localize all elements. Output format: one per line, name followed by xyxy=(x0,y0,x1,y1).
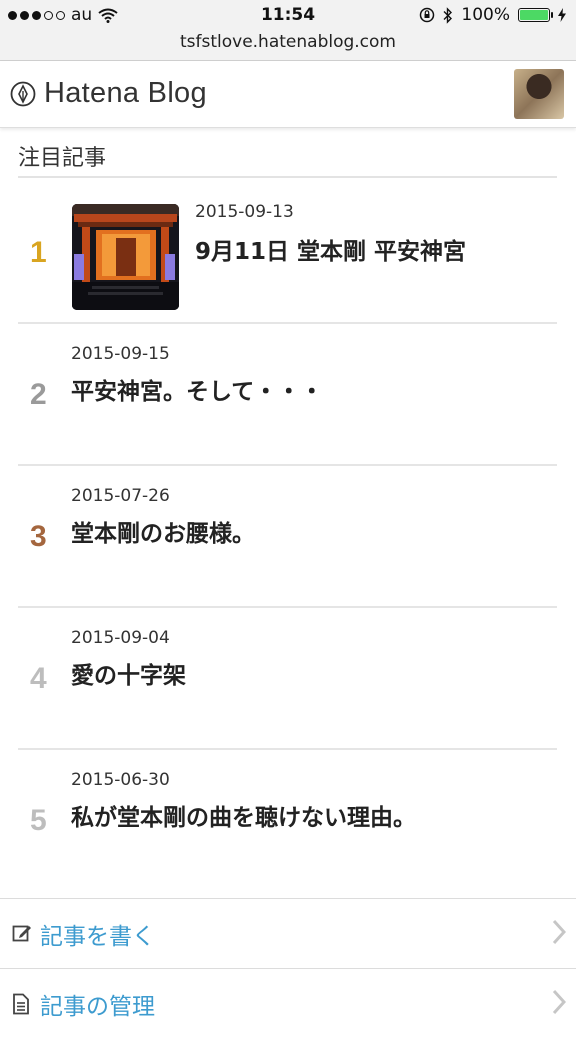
section-title: 注目記事 xyxy=(18,140,557,178)
article-rank: 4 xyxy=(30,662,47,695)
article-rank: 3 xyxy=(30,520,47,553)
write-article-label[interactable]: 記事を書く xyxy=(40,917,155,951)
url-text[interactable]: tsfstlove.hatenablog.com xyxy=(180,32,396,52)
article-item-4[interactable]: 4 2015-09-04 愛の十字架 xyxy=(18,608,557,750)
article-date: 2015-09-15 xyxy=(71,344,170,364)
chevron-right-icon xyxy=(552,919,566,945)
manage-articles-menu-item[interactable]: 記事の管理 xyxy=(0,968,576,1038)
blog-header: Hatena Blog xyxy=(0,61,576,128)
pen-nib-icon xyxy=(10,81,36,106)
article-item-3[interactable]: 3 2015-07-26 堂本剛のお腰様。 xyxy=(18,466,557,608)
article-date: 2015-09-13 xyxy=(195,202,294,222)
article-rank: 1 xyxy=(30,236,47,269)
article-title[interactable]: 堂本剛のお腰様。 xyxy=(71,514,255,548)
logo-text: Hatena Blog xyxy=(44,77,207,109)
article-date: 2015-07-26 xyxy=(71,486,170,506)
article-date: 2015-06-30 xyxy=(71,770,170,790)
article-title[interactable]: 愛の十字架 xyxy=(71,656,186,690)
article-rank: 2 xyxy=(30,378,47,411)
chevron-right-icon xyxy=(552,989,566,1015)
document-icon xyxy=(13,993,29,1015)
edit-icon xyxy=(12,925,31,942)
battery-icon xyxy=(518,8,553,22)
article-date: 2015-09-04 xyxy=(71,628,170,648)
manage-articles-label[interactable]: 記事の管理 xyxy=(40,987,155,1021)
article-thumbnail[interactable] xyxy=(72,204,179,310)
article-item-1[interactable]: 1 2015-09-13 9月11日 堂本剛 平安神宮 xyxy=(18,182,557,324)
hatena-blog-logo[interactable]: Hatena Blog xyxy=(10,77,207,110)
article-item-5[interactable]: 5 2015-06-30 私が堂本剛の曲を聴けない理由。 xyxy=(18,750,557,892)
user-avatar[interactable] xyxy=(514,69,564,119)
battery-fill xyxy=(520,10,548,20)
article-title[interactable]: 私が堂本剛の曲を聴けない理由。 xyxy=(71,798,416,832)
charging-icon xyxy=(558,8,566,22)
rotation-lock-icon xyxy=(420,7,435,23)
article-title[interactable]: 9月11日 堂本剛 平安神宮 xyxy=(195,232,466,266)
status-bar: au 11:54 100% xyxy=(0,0,576,30)
shrine-photo xyxy=(72,204,179,310)
article-item-2[interactable]: 2 2015-09-15 平安神宮。そして・・・ xyxy=(18,324,557,466)
url-bar[interactable]: tsfstlove.hatenablog.com xyxy=(0,30,576,61)
write-article-menu-item[interactable]: 記事を書く xyxy=(0,898,576,968)
status-right-group: 100% xyxy=(419,5,566,25)
bluetooth-icon xyxy=(443,6,453,24)
article-title[interactable]: 平安神宮。そして・・・ xyxy=(71,372,323,406)
battery-percent: 100% xyxy=(461,5,510,25)
article-rank: 5 xyxy=(30,804,47,837)
